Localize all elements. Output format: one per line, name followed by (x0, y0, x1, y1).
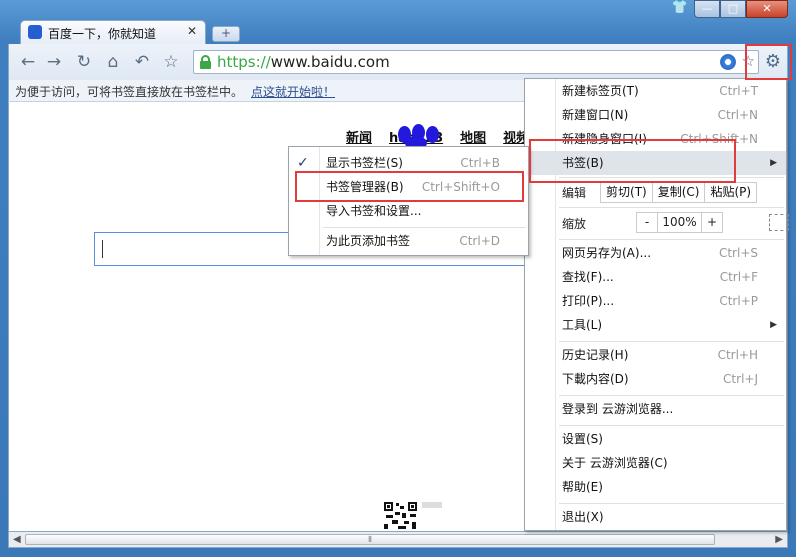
nav-map[interactable]: 地图 (460, 131, 486, 146)
reload-icon[interactable]: ↻ (73, 51, 95, 73)
baidu-top-nav: 新闻hao123地图视频 (346, 127, 546, 146)
minimize-button[interactable]: — (694, 0, 720, 18)
menu-exit[interactable]: 退出(X) (525, 505, 786, 529)
highlight-manager-box (295, 171, 524, 202)
home-icon[interactable]: ⌂ (102, 51, 124, 73)
submenu-add-bookmark[interactable]: 为此页添加书签 Ctrl+D (289, 229, 528, 253)
menu-new-tab[interactable]: 新建标签页(T) Ctrl+T (525, 79, 786, 103)
menu-settings[interactable]: 设置(S) (525, 427, 786, 451)
zoom-value: 100% (657, 212, 702, 233)
theme-shirt-icon[interactable]: 👕 (668, 0, 692, 18)
close-window-button[interactable]: ✕ (746, 0, 788, 18)
forward-icon[interactable]: → (43, 51, 65, 73)
new-tab-button[interactable]: + (212, 26, 240, 42)
horizontal-scrollbar[interactable]: ◀ ⦀ ▶ (8, 531, 788, 548)
back-icon[interactable]: ← (17, 51, 39, 73)
edit-label: 编辑 (562, 185, 587, 200)
tab-close-icon[interactable]: ✕ (187, 24, 197, 38)
bookmark-bar-link[interactable]: 点这就开始啦！ (251, 85, 335, 99)
menu-help[interactable]: 帮助(E) (525, 475, 786, 499)
undo-close-tab-icon[interactable]: ↶ (131, 51, 153, 73)
nav-news[interactable]: 新闻 (346, 131, 372, 146)
highlight-bookmarks-box (529, 139, 736, 183)
scroll-right-icon[interactable]: ▶ (775, 534, 783, 545)
title-bar: 🐾 百度一下，你就知道 ✕ + 👕 — □ ✕ (0, 0, 796, 44)
scroll-left-icon[interactable]: ◀ (13, 534, 21, 545)
menu-downloads[interactable]: 下載内容(D) Ctrl+J (525, 367, 786, 391)
tab-title: 百度一下，你就知道 (48, 27, 157, 41)
edit-row: 编辑 剪切(T) 复制(C) 粘贴(P) (562, 181, 758, 203)
qr-code-icon (384, 502, 444, 531)
toolbar: ← → ↻ ⌂ ↶ ☆ https://www.baidu.com ☆ ⚙ (8, 44, 788, 80)
scroll-thumb[interactable]: ⦀ (25, 534, 715, 545)
submenu-arrow-icon: ▶ (770, 320, 777, 330)
paste-button[interactable]: 粘贴(P) (704, 181, 758, 203)
submenu-import-bookmarks[interactable]: 导入书签和设置... (289, 199, 528, 223)
menu-signin[interactable]: 登录到 云游浏览器... (525, 397, 786, 421)
maximize-button[interactable]: □ (720, 0, 746, 18)
window-controls: 👕 — □ ✕ (668, 0, 788, 20)
bookmark-bar-hint: 为便于访问，可将书签直接放在书签栏中。 (15, 85, 244, 99)
cut-button[interactable]: 剪切(T) (600, 181, 653, 203)
tab-baidu[interactable]: 🐾 百度一下，你就知道 ✕ (20, 20, 206, 44)
zoom-row: 缩放 - 100% + (562, 212, 789, 234)
bookmark-star-icon[interactable]: ☆ (160, 51, 182, 73)
zoom-out-button[interactable]: - (636, 212, 658, 233)
address-bar[interactable]: https://www.baidu.com ☆ (193, 50, 759, 74)
menu-tools[interactable]: 工具(L) ▶ (525, 313, 786, 337)
menu-new-window[interactable]: 新建窗口(N) Ctrl+N (525, 103, 786, 127)
url-text[interactable]: https://www.baidu.com (217, 53, 390, 71)
menu-find[interactable]: 查找(F)... Ctrl+F (525, 265, 786, 289)
menu-save-as[interactable]: 网页另存为(A)... Ctrl+S (525, 241, 786, 265)
baidu-favicon: 🐾 (28, 25, 42, 39)
menu-about[interactable]: 关于 云游浏览器(C) (525, 451, 786, 475)
fullscreen-icon[interactable] (769, 214, 789, 231)
browser-logo-icon[interactable] (720, 54, 736, 70)
submenu-arrow-icon: ▶ (770, 158, 777, 168)
lock-icon (200, 55, 211, 69)
menu-history[interactable]: 历史记录(H) Ctrl+H (525, 343, 786, 367)
zoom-label: 缩放 (562, 217, 587, 231)
menu-print[interactable]: 打印(P)... Ctrl+P (525, 289, 786, 313)
zoom-in-button[interactable]: + (701, 212, 723, 233)
highlight-gear-box (745, 44, 792, 80)
copy-button[interactable]: 复制(C) (651, 181, 706, 203)
